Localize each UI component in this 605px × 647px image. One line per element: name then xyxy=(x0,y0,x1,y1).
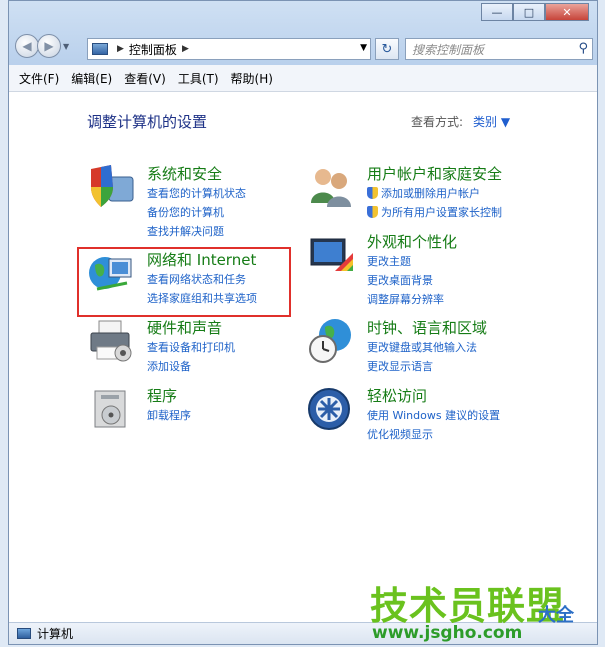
window-frame: — □ ✕ ◀ ▶ ▼ ▶ 控制面板 ▶ ▼ ↻ ⚲ xyxy=(9,1,597,65)
caption-buttons: — □ ✕ xyxy=(481,3,589,21)
computer-icon xyxy=(17,628,31,639)
highlight-box xyxy=(77,247,291,317)
refresh-button[interactable]: ↻ xyxy=(375,38,399,60)
link-devices-printers[interactable]: 查看设备和打印机 xyxy=(147,339,235,355)
page-title: 调整计算机的设置 xyxy=(87,113,208,131)
navigation-buttons: ◀ ▶ ▼ xyxy=(15,34,69,58)
category-title[interactable]: 硬件和声音 xyxy=(147,317,222,338)
link-uninstall-program[interactable]: 卸载程序 xyxy=(147,407,191,423)
uac-shield-icon xyxy=(367,206,378,218)
menu-bar: 文件(F) 编辑(E) 查看(V) 工具(T) 帮助(H) xyxy=(9,65,597,92)
menu-tools[interactable]: 工具(T) xyxy=(178,70,219,87)
link-backup-computer[interactable]: 备份您的计算机 xyxy=(147,204,224,220)
address-dropdown-icon[interactable]: ▼ xyxy=(360,43,367,53)
menu-view[interactable]: 查看(V) xyxy=(124,70,166,87)
link-add-remove-accounts[interactable]: 添加或删除用户帐户 xyxy=(367,185,480,201)
link-check-computer-status[interactable]: 查看您的计算机状态 xyxy=(147,185,246,201)
breadcrumb-control-panel[interactable]: 控制面板 xyxy=(129,41,177,58)
link-desktop-background[interactable]: 更改桌面背景 xyxy=(367,272,433,288)
link-optimize-display[interactable]: 优化视频显示 xyxy=(367,426,433,442)
breadcrumb-separator-icon[interactable]: ▶ xyxy=(182,44,189,54)
control-panel-icon xyxy=(92,43,108,55)
link-change-keyboard[interactable]: 更改键盘或其他输入法 xyxy=(367,339,477,355)
link-recommended-settings[interactable]: 使用 Windows 建议的设置 xyxy=(367,407,500,423)
link-troubleshoot[interactable]: 查找并解决问题 xyxy=(147,223,224,239)
link-screen-resolution[interactable]: 调整屏幕分辨率 xyxy=(367,291,444,307)
category-title[interactable]: 用户帐户和家庭安全 xyxy=(367,163,502,184)
view-by: 查看方式: 类别 ▼ xyxy=(411,113,510,130)
link-parental-controls[interactable]: 为所有用户设置家长控制 xyxy=(367,204,502,220)
watermark-url: www.jsgho.com xyxy=(372,623,523,643)
chevron-down-icon[interactable]: ▼ xyxy=(63,42,69,51)
category-title[interactable]: 轻松访问 xyxy=(367,385,427,406)
address-bar[interactable]: ▶ 控制面板 ▶ ▼ xyxy=(87,38,371,60)
breadcrumb-separator-icon: ▶ xyxy=(117,44,124,54)
watermark: 技术员联盟 大全 www.jsgho.com xyxy=(370,575,600,645)
forward-arrow-icon[interactable]: ▶ xyxy=(37,34,61,58)
link-display-language[interactable]: 更改显示语言 xyxy=(367,358,433,374)
search-icon[interactable]: ⚲ xyxy=(578,41,588,56)
category-title[interactable]: 程序 xyxy=(147,385,177,406)
category-title[interactable]: 时钟、语言和区域 xyxy=(367,317,487,338)
maximize-button[interactable]: □ xyxy=(513,3,545,21)
minimize-button[interactable]: — xyxy=(481,3,513,21)
category-title[interactable]: 外观和个性化 xyxy=(367,231,457,252)
printer-icon[interactable] xyxy=(87,317,135,365)
menu-edit[interactable]: 编辑(E) xyxy=(71,70,112,87)
display-paint-icon[interactable] xyxy=(307,231,355,279)
view-by-dropdown[interactable]: 类别 ▼ xyxy=(473,115,510,129)
ease-of-access-icon[interactable] xyxy=(307,385,355,433)
programs-box-icon[interactable] xyxy=(87,385,135,433)
search-box[interactable]: ⚲ xyxy=(405,38,593,60)
category-title[interactable]: 系统和安全 xyxy=(147,163,222,184)
back-arrow-icon[interactable]: ◀ xyxy=(15,34,39,58)
users-icon[interactable] xyxy=(307,163,355,211)
link-add-device[interactable]: 添加设备 xyxy=(147,358,191,374)
uac-shield-icon xyxy=(367,187,378,199)
link-change-theme[interactable]: 更改主题 xyxy=(367,253,411,269)
watermark-side-text: 大全 xyxy=(538,605,574,626)
clock-globe-icon[interactable] xyxy=(307,317,355,365)
watermark-main-text: 技术员联盟 xyxy=(370,584,566,628)
control-panel-window: — □ ✕ ◀ ▶ ▼ ▶ 控制面板 ▶ ▼ ↻ ⚲ 文件(F) 编辑(E) 查… xyxy=(8,0,598,645)
search-input[interactable] xyxy=(410,40,564,60)
menu-help[interactable]: 帮助(H) xyxy=(231,70,273,87)
shield-pc-icon[interactable] xyxy=(87,163,135,211)
view-by-label: 查看方式: xyxy=(411,115,464,129)
menu-file[interactable]: 文件(F) xyxy=(19,70,59,87)
close-button[interactable]: ✕ xyxy=(545,3,589,21)
status-text: 计算机 xyxy=(37,627,74,641)
